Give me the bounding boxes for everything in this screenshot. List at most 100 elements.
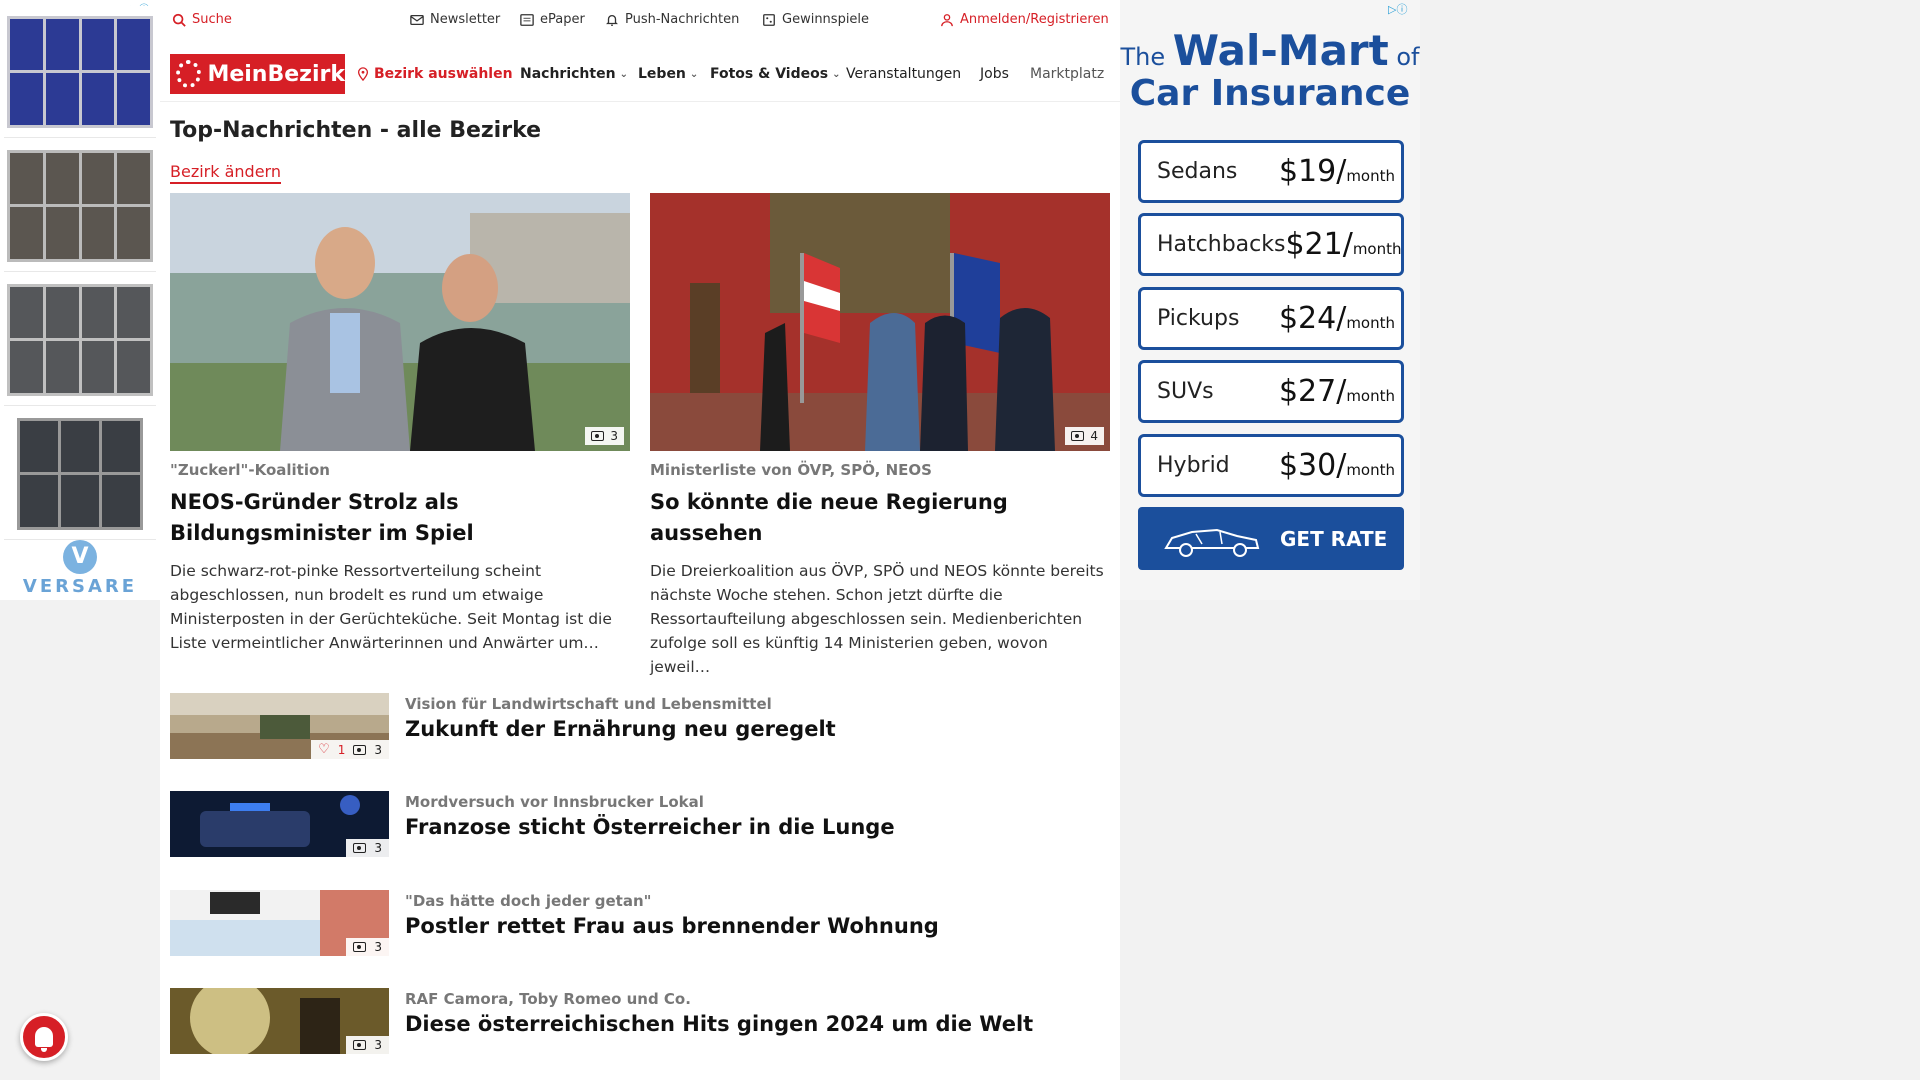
rate-price: $27 bbox=[1278, 374, 1337, 409]
get-rate-button[interactable]: GET RATE bbox=[1138, 507, 1404, 570]
rate-unit: month bbox=[1346, 314, 1395, 332]
like-count: 1 bbox=[337, 742, 346, 757]
gift-icon bbox=[763, 13, 775, 26]
article-headline[interactable]: Diese österreichischen Hits gingen 2024 … bbox=[405, 1012, 1033, 1036]
image-gallery-icon bbox=[591, 431, 605, 441]
rate-category: Hatchbacks bbox=[1157, 232, 1286, 257]
rate-option-hatchbacks[interactable]: Hatchbacks $21/month bbox=[1138, 213, 1404, 276]
nav-item-label: Jobs bbox=[980, 66, 1009, 82]
nav-item-label: Fotos & Videos bbox=[710, 66, 829, 82]
article-headline[interactable]: NEOS-Gründer Strolz als Bildungsminister… bbox=[170, 487, 630, 549]
car-icon bbox=[1164, 528, 1260, 557]
games-label: Gewinnspiele bbox=[782, 12, 870, 27]
page-title: Top-Nachrichten - alle Bezirke bbox=[170, 118, 542, 143]
nav-item-label: Veranstaltungen bbox=[846, 66, 962, 82]
ad-product-image-dark[interactable] bbox=[4, 408, 156, 540]
games-link[interactable]: Gewinnspiele bbox=[762, 12, 869, 27]
envelope-icon bbox=[410, 14, 424, 25]
nav-item-nachrichten[interactable]: Nachrichten ⌄ bbox=[520, 66, 628, 82]
image-gallery-icon bbox=[353, 744, 367, 755]
article-thumbnail[interactable]: 3 bbox=[170, 890, 389, 956]
utility-bar: Suche Newsletter ePaper Push-Nachrichten… bbox=[160, 0, 1120, 46]
article-thumbnail[interactable]: 3 bbox=[170, 791, 389, 857]
article-teaser: Die schwarz-rot-pinke Ressortverteilung … bbox=[170, 562, 612, 652]
change-district-link[interactable]: Bezirk ändern bbox=[170, 162, 281, 184]
versare-v-icon: V bbox=[63, 540, 97, 574]
adchoices-icon[interactable]: ▷ⓘ bbox=[1388, 1, 1407, 17]
logo-gear-icon bbox=[176, 60, 202, 88]
article-image[interactable]: 3 bbox=[170, 193, 630, 451]
search-label: Suche bbox=[192, 12, 232, 27]
article-headline[interactable]: So könnte die neue Regierung aussehen bbox=[650, 487, 1110, 549]
article-photo bbox=[170, 193, 630, 451]
ad-product-image-grey[interactable] bbox=[4, 274, 156, 406]
nav-item-veranstaltungen[interactable]: Veranstaltungen bbox=[846, 66, 961, 82]
feature-article[interactable]: 4 Ministerliste von ÖVP, SPÖ, NEOS So kö… bbox=[650, 193, 1110, 679]
article-image[interactable]: 4 bbox=[650, 193, 1110, 451]
article-teaser: Die Dreierkoalition aus ÖVP, SPÖ und NEO… bbox=[650, 562, 1104, 676]
list-item[interactable]: 3 RAF Camora, Toby Romeo und Co. Diese ö… bbox=[170, 988, 1110, 1054]
list-item[interactable]: 3 Mordversuch vor Innsbrucker Lokal Fran… bbox=[170, 791, 1110, 857]
main-navigation: MeinBezirk Bezirk auswählen Nachrichten ⌄… bbox=[160, 46, 1120, 102]
photo-count-badge: 3 bbox=[585, 427, 624, 445]
photo-count: 3 bbox=[374, 841, 382, 855]
ad-product-image-brown[interactable] bbox=[4, 140, 156, 272]
rate-category: Pickups bbox=[1157, 306, 1240, 331]
rate-option-hybrid[interactable]: Hybrid $30/month bbox=[1138, 434, 1404, 497]
push-notifications-link[interactable]: Push-Nachrichten bbox=[605, 12, 739, 27]
bell-icon bbox=[606, 14, 618, 26]
versare-logo[interactable]: V VERSARE bbox=[0, 540, 160, 597]
article-thumbnail[interactable]: ♡ 1 3 bbox=[170, 693, 389, 759]
newsletter-link[interactable]: Newsletter bbox=[410, 12, 500, 27]
epaper-link[interactable]: ePaper bbox=[520, 12, 585, 27]
ad-product-image-blue[interactable] bbox=[4, 6, 156, 138]
rate-unit: month bbox=[1346, 461, 1395, 479]
login-link[interactable]: Anmelden/Registrieren bbox=[940, 12, 1109, 27]
image-gallery-icon bbox=[353, 843, 367, 853]
article-stats: 3 bbox=[346, 938, 389, 956]
main-content: Suche Newsletter ePaper Push-Nachrichten… bbox=[160, 0, 1120, 1080]
list-item[interactable]: 3 "Das hätte doch jeder getan" Postler r… bbox=[170, 890, 1110, 956]
district-selector[interactable]: Bezirk auswählen bbox=[356, 66, 513, 82]
article-stats: 3 bbox=[346, 1036, 389, 1054]
nav-item-label: Nachrichten bbox=[520, 66, 616, 82]
left-ad-banner[interactable]: ▷ⓘ V VERSARE bbox=[0, 0, 160, 600]
article-headline[interactable]: Franzose sticht Österreicher in die Lung… bbox=[405, 815, 895, 839]
chevron-down-icon: ⌄ bbox=[832, 68, 841, 80]
nav-item-jobs[interactable]: Jobs bbox=[980, 66, 1009, 82]
nav-item-marktplatz[interactable]: Marktplatz bbox=[1030, 66, 1112, 82]
nav-item-fotos-videos[interactable]: Fotos & Videos ⌄ bbox=[710, 66, 840, 82]
rate-option-pickups[interactable]: Pickups $24/month bbox=[1138, 287, 1404, 350]
rate-option-sedans[interactable]: Sedans $19/month bbox=[1138, 140, 1404, 203]
rate-option-suvs[interactable]: SUVs $27/month bbox=[1138, 360, 1404, 423]
article-kicker: Ministerliste von ÖVP, SPÖ, NEOS bbox=[650, 461, 932, 479]
article-headline[interactable]: Postler rettet Frau aus brennender Wohnu… bbox=[405, 914, 939, 938]
search-link[interactable]: Suche bbox=[172, 12, 232, 27]
photo-count-badge: 4 bbox=[1065, 427, 1104, 445]
article-kicker: "Das hätte doch jeder getan" bbox=[405, 892, 652, 910]
article-thumbnail[interactable]: 3 bbox=[170, 988, 389, 1054]
nav-item-leben[interactable]: Leben ⌄ bbox=[638, 66, 698, 82]
article-headline[interactable]: Zukunft der Ernährung neu geregelt bbox=[405, 717, 836, 741]
photo-count: 3 bbox=[374, 742, 382, 757]
user-icon bbox=[941, 13, 953, 26]
meinbezirk-logo[interactable]: MeinBezirk bbox=[170, 54, 345, 94]
newspaper-icon bbox=[520, 13, 534, 26]
notification-bell-button[interactable] bbox=[20, 1013, 68, 1061]
epaper-label: ePaper bbox=[540, 12, 585, 27]
right-ad-banner[interactable]: ▷ⓘ The Wal-Mart of Car Insurance Sedans … bbox=[1120, 0, 1420, 600]
bell-icon bbox=[35, 1027, 53, 1052]
photo-count: 3 bbox=[374, 940, 382, 954]
versare-wordmark: VERSARE bbox=[22, 576, 138, 597]
rate-category: SUVs bbox=[1157, 379, 1214, 404]
rate-price: $30 bbox=[1278, 448, 1337, 483]
image-gallery-icon bbox=[353, 942, 367, 952]
rate-unit: month bbox=[1346, 167, 1395, 185]
article-photo bbox=[650, 193, 1110, 451]
list-item[interactable]: ♡ 1 3 Vision für Landwirtschaft und Lebe… bbox=[170, 693, 1110, 759]
feature-article[interactable]: 3 "Zuckerl"-Koalition NEOS-Gründer Strol… bbox=[170, 193, 630, 655]
heart-icon: ♡ bbox=[318, 742, 330, 757]
photo-count: 3 bbox=[610, 429, 618, 443]
article-kicker: "Zuckerl"-Koalition bbox=[170, 461, 330, 479]
nav-item-label: Marktplatz bbox=[1030, 66, 1105, 82]
